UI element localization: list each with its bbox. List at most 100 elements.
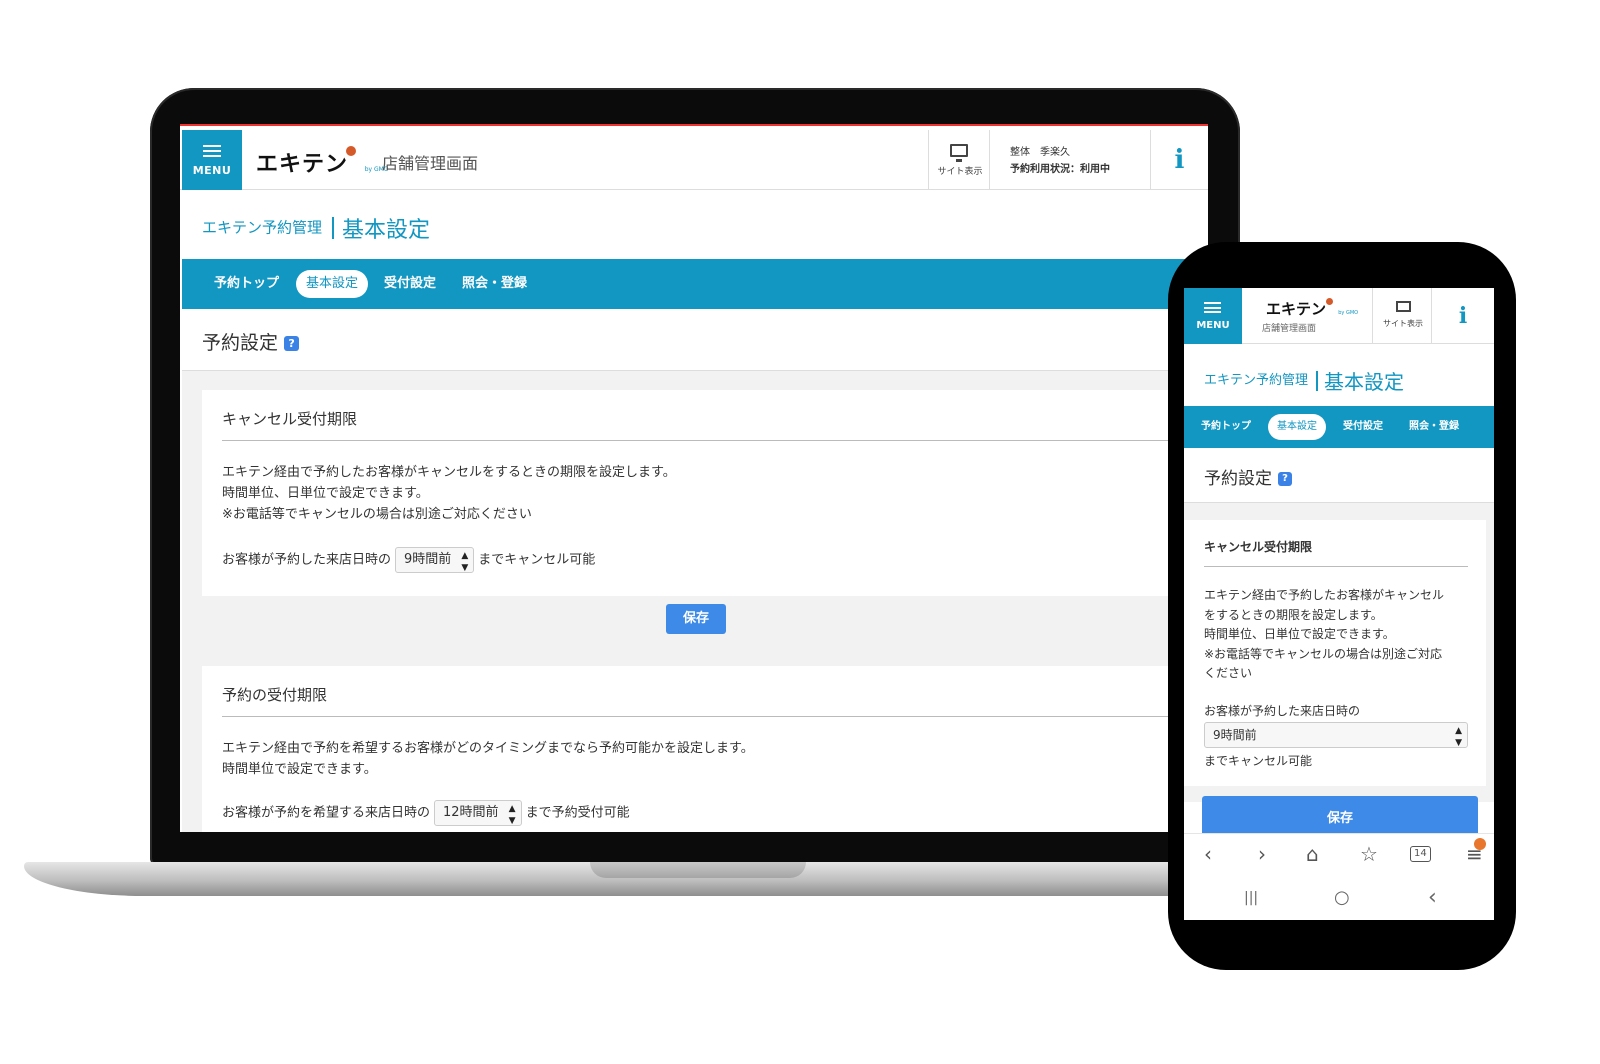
desc-line: エキテン経由で予約を希望するお客様がどのタイミングまでなら予約可能かを設定します… [222,741,754,756]
logo-ball-icon [346,146,357,156]
cancel-deadline-card: キャンセル受付期限 エキテン経由で予約したお客様がキャンセルをするときの期限を設… [202,390,1208,596]
row-prefix: お客様が予約した来店日時の [222,552,392,568]
row-prefix: お客様が予約した来店日時の [1204,704,1361,718]
reservation-deadline-card: 予約の受付期限 エキテン経由で予約を希望するお客様がどのタイミングまでなら予約可… [202,666,1208,832]
desc-line: ください [1204,666,1253,680]
bookmark-icon[interactable]: ☆ [1360,842,1378,866]
select-value: 12時間前 [443,805,499,820]
breadcrumb-parent[interactable]: エキテン予約管理 [202,219,322,237]
divider [222,440,1208,441]
phone-header: MENU エキテン by GMO 店舗管理画面 サイト表示 i [1184,288,1494,344]
desc-line: ※お電話等でキャンセルの場合は別途ご対応ください [222,507,532,522]
reserve-hours-select[interactable]: 12時間前 ▲ ▼ [434,800,522,826]
laptop-notch [590,862,806,878]
card-description: エキテン経由で予約を希望するお客様がどのタイミングまでなら予約可能かを設定します… [222,738,754,780]
app-header: MENU エキテン by GMO 店舗管理画面 サイト表示 整体 季楽久 予約利… [180,130,1208,190]
site-view-label: サイト表示 [937,167,983,177]
header-title: 店舗管理画面 [1262,324,1317,334]
help-icon[interactable]: ? [284,336,300,351]
tab-reception-settings[interactable]: 受付設定 [374,270,446,298]
desc-line: をするときの期限を設定します。 [1204,607,1383,622]
card-description: エキテン経由で予約したお客様がキャンセル をするときの期限を設定します。 時間単… [1204,586,1474,684]
shop-info: 整体 季楽久 予約利用状況：利用中 [1010,144,1110,178]
select-arrow-icon: ▲ ▼ [1455,726,1462,748]
select-value: 9時間前 [1213,728,1257,742]
system-nav-bar: ||| ○ ‹ [1184,878,1494,920]
breadcrumb: エキテン予約管理 基本設定 [1204,366,1404,395]
menu-label: MENU [1196,320,1230,331]
menu-button[interactable]: MENU [182,130,242,190]
usage-status: 予約利用状況：利用中 [1010,164,1110,175]
cancel-setting-row: お客様が予約した来店日時の 9時間前 ▲ ▼ までキャンセル可能 [222,547,595,573]
main-nav: 予約トップ 基本設定 受付設定 照会・登録 [1184,406,1494,448]
section-title: 予約設定? [1204,464,1292,489]
browser-toolbar: ‹ › ⌂ ☆ 14 ≡ [1184,833,1494,875]
menu-button[interactable]: MENU [1184,288,1242,344]
desc-line: 時間単位、日単位で設定できます。 [222,486,429,501]
card-title: キャンセル受付期限 [1204,540,1313,554]
desc-line: エキテン経由で予約したお客様がキャンセルをするときの期限を設定します。 [222,465,676,480]
laptop-screen: MENU エキテン by GMO 店舗管理画面 サイト表示 整体 季楽久 予約利… [180,124,1208,832]
shop-name: 整体 季楽久 [1010,147,1070,158]
divider [222,716,1208,717]
ekiten-logo[interactable]: エキテン by GMO [256,146,389,178]
tab-reception-settings[interactable]: 受付設定 [1334,414,1392,440]
tab-inquiry-registration[interactable]: 照会・登録 [452,270,537,298]
tab-basic-settings[interactable]: 基本設定 [296,270,369,298]
breadcrumb-parent[interactable]: エキテン予約管理 [1204,373,1308,388]
desc-line: エキテン経由で予約したお客様がキャンセル [1204,588,1445,602]
site-view-button[interactable]: サイト表示 [928,130,990,190]
menu-icon [1204,302,1221,313]
save-button[interactable]: 保存 [666,604,726,634]
breadcrumb: エキテン予約管理 基本設定 [202,212,430,244]
tab-reservation-top[interactable]: 予約トップ [204,270,289,298]
notification-badge [1474,838,1486,850]
save-button[interactable]: 保存 [1202,796,1478,836]
section-title: 予約設定? [202,328,300,355]
menu-icon [203,145,221,157]
logo-text: エキテン [256,152,349,177]
section-title-text: 予約設定 [202,332,279,354]
info-icon[interactable]: i [1432,288,1494,344]
row-suffix: まで予約受付可能 [525,805,630,821]
forward-icon[interactable]: › [1258,842,1266,866]
desc-line: 時間単位で設定できます。 [222,762,377,777]
logo-sub: by GMO [1338,310,1359,316]
section-title-text: 予約設定 [1204,469,1272,489]
row-suffix: までキャンセル可能 [1204,754,1313,768]
cancel-hours-select[interactable]: 9時間前 ▲ ▼ [395,547,475,573]
page-title: 基本設定 [1324,370,1405,394]
row-suffix: までキャンセル可能 [478,552,596,568]
site-view-button[interactable]: サイト表示 [1372,288,1432,344]
breadcrumb-separator [332,217,335,239]
divider [1204,566,1468,567]
cancel-deadline-card: キャンセル受付期限 エキテン経由で予約したお客様がキャンセル をするときの期限を… [1184,520,1486,786]
tabs-icon[interactable]: 14 [1410,846,1431,862]
menu-label: MENU [192,164,232,177]
info-icon[interactable]: i [1150,130,1208,190]
desc-line: 時間単位、日単位で設定できます。 [1204,627,1395,641]
card-description: エキテン経由で予約したお客様がキャンセルをするときの期限を設定します。 時間単位… [222,462,676,525]
select-value: 9時間前 [404,552,452,567]
logo-text: エキテン [1266,300,1327,318]
ekiten-logo[interactable]: エキテン by GMO [1266,298,1358,319]
tab-basic-settings[interactable]: 基本設定 [1268,414,1326,440]
site-view-label: サイト表示 [1383,319,1423,328]
back-icon[interactable]: ‹ [1204,842,1212,866]
logo-ball-icon [1326,298,1334,305]
header-title: 店舗管理画面 [382,154,479,173]
home-icon[interactable]: ⌂ [1306,842,1319,866]
select-arrow-icon: ▲ ▼ [461,551,469,573]
breadcrumb-separator [1316,370,1319,391]
cancel-hours-select[interactable]: 9時間前 ▲ ▼ [1204,722,1468,748]
help-icon[interactable]: ? [1278,472,1292,486]
monitor-icon [950,144,968,162]
main-nav: 予約トップ 基本設定 受付設定 照会・登録 [182,259,1208,309]
recents-icon[interactable]: ||| [1244,886,1258,910]
system-back-icon[interactable]: ‹ [1428,886,1437,910]
home-button-icon[interactable]: ○ [1334,886,1350,910]
monitor-icon [1396,301,1411,312]
tab-reservation-top[interactable]: 予約トップ [1192,414,1260,440]
tab-inquiry-registration[interactable]: 照会・登録 [1400,414,1468,440]
card-title: キャンセル受付期限 [222,410,358,428]
